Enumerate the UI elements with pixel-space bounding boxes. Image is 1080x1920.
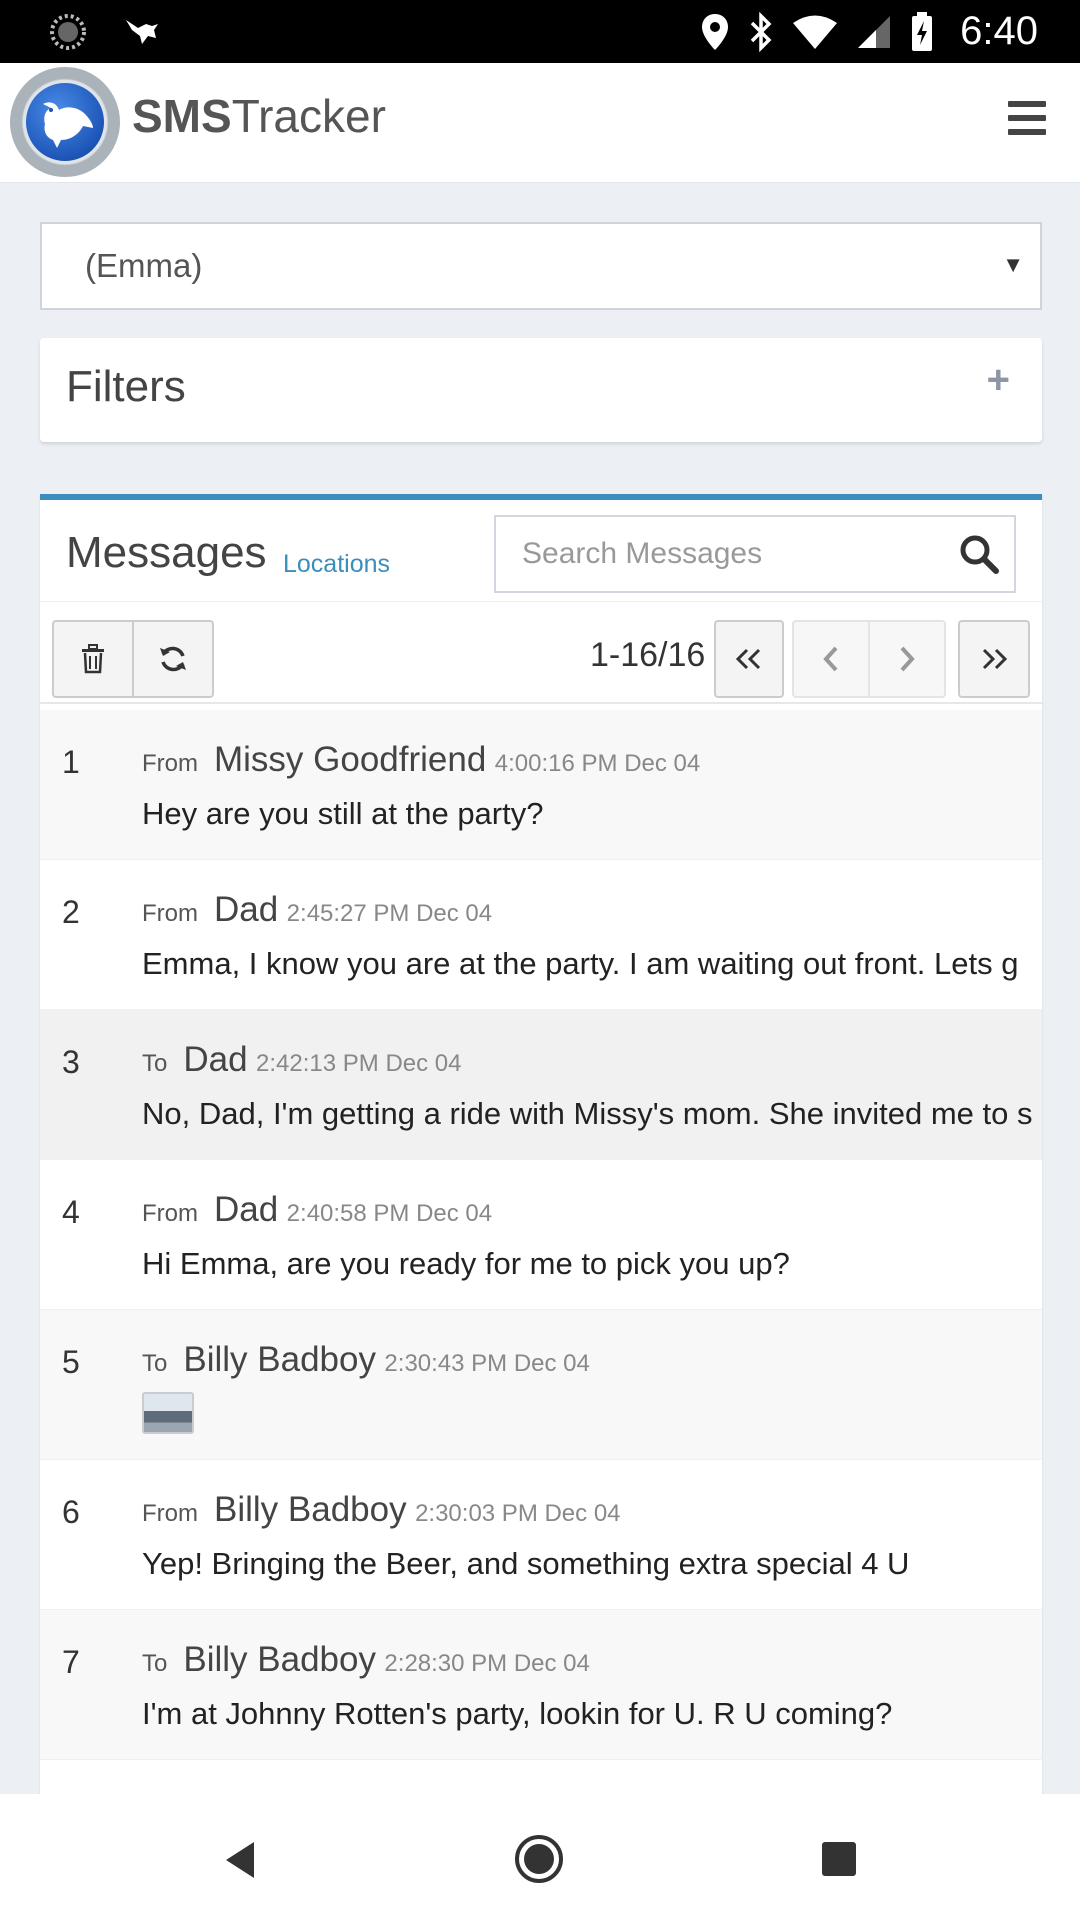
pagination-count: 1-16/16 <box>590 636 706 674</box>
contact-name: Dad <box>183 1040 248 1079</box>
messages-box: Messages Locations Search Messages 1-16/… <box>40 494 1042 1794</box>
bluetooth-icon <box>750 11 772 52</box>
direction-label: To <box>142 1350 168 1377</box>
battery-charging-icon <box>912 11 933 51</box>
menu-icon[interactable] <box>1008 101 1046 135</box>
recent-apps-icon[interactable] <box>822 1842 856 1876</box>
row-number: 6 <box>62 1494 80 1530</box>
contact-name: Missy Goodfriend <box>214 740 487 779</box>
device-select-value: (Emma) <box>85 247 203 284</box>
message-row[interactable]: 6 From Billy Badboy 2:30:03 PM Dec 04 Yep… <box>40 1460 1042 1610</box>
row-number: 1 <box>62 744 80 780</box>
brand-name: SMSTracker <box>132 90 386 142</box>
message-text: Hi Emma, are you ready for me to pick yo… <box>142 1246 790 1281</box>
direction-label: To <box>142 1650 168 1677</box>
app-logo[interactable] <box>10 67 120 177</box>
device-select[interactable]: (Emma) ▼ <box>40 222 1042 310</box>
bird-notification-icon <box>126 20 158 44</box>
dropdown-arrow-icon: ▼ <box>1002 252 1024 277</box>
row-number: 7 <box>62 1644 80 1680</box>
chevron-left-icon <box>823 646 838 672</box>
search-box <box>494 515 1016 593</box>
contact-name: Dad <box>214 1190 279 1229</box>
message-time: 2:30:03 PM Dec 04 <box>415 1500 621 1527</box>
row-number: 2 <box>62 894 80 930</box>
direction-label: From <box>142 1500 198 1527</box>
contact-name: Billy Badboy <box>183 1640 376 1679</box>
chevron-right-icon <box>900 646 915 672</box>
app-header: SMSTracker <box>0 63 1080 183</box>
contact-name: Dad <box>214 890 279 929</box>
contact-name: Billy Badboy <box>214 1490 407 1529</box>
message-text: Hey are you still at the party? <box>142 796 544 831</box>
message-row[interactable]: 7 To Billy Badboy 2:28:30 PM Dec 04 I'm a… <box>40 1610 1042 1760</box>
next-page-button[interactable] <box>868 620 946 698</box>
message-time: 2:45:27 PM Dec 04 <box>286 900 493 927</box>
message-time: 2:30:43 PM Dec 04 <box>384 1350 590 1377</box>
pigeon-logo-icon <box>43 102 93 148</box>
status-bar: 6:40 <box>0 0 1080 63</box>
direction-label: From <box>142 1200 198 1227</box>
image-attachment-thumbnail[interactable] <box>142 1392 194 1434</box>
last-page-button[interactable] <box>958 620 1030 698</box>
delete-button[interactable] <box>52 620 134 698</box>
sync-icon <box>50 14 86 50</box>
filters-title: Filters <box>66 362 186 411</box>
row-number: 4 <box>62 1194 80 1230</box>
messages-title: Messages <box>66 528 267 577</box>
messages-toolbar: 1-16/16 <box>40 602 1042 704</box>
direction-label: From <box>142 750 198 777</box>
double-chevron-right-icon <box>982 648 1008 670</box>
filters-panel[interactable]: Filters + <box>40 338 1042 442</box>
clock: 6:40 <box>960 9 1038 53</box>
signal-icon <box>858 15 891 48</box>
message-time: 4:00:16 PM Dec 04 <box>494 750 701 777</box>
double-chevron-left-icon <box>735 648 761 670</box>
back-icon[interactable] <box>222 1840 258 1880</box>
message-row[interactable]: 4 From Dad 2:40:58 PM Dec 04 Hi Emma, are… <box>40 1160 1042 1310</box>
location-icon <box>702 13 729 50</box>
contact-name: Billy Badboy <box>183 1340 376 1379</box>
message-time: 2:40:58 PM Dec 04 <box>286 1200 493 1227</box>
row-number: 5 <box>62 1344 80 1380</box>
locations-link[interactable]: Locations <box>283 550 390 579</box>
trash-icon <box>82 644 104 674</box>
message-text: Emma, I know you are at the party. I am … <box>142 946 1019 981</box>
previous-page-button[interactable] <box>792 620 870 698</box>
expand-plus-icon[interactable]: + <box>987 358 1010 403</box>
refresh-button[interactable] <box>132 620 214 698</box>
home-icon[interactable] <box>514 1834 564 1884</box>
message-row[interactable]: 3 To Dad 2:42:13 PM Dec 04 No, Dad, I'm g… <box>40 1010 1042 1160</box>
message-row[interactable]: 1 From Missy Goodfriend 4:00:16 PM Dec 04… <box>40 710 1042 860</box>
message-text: No, Dad, I'm getting a ride with Missy's… <box>142 1096 1033 1131</box>
message-text: Yep! Bringing the Beer, and something ex… <box>142 1546 910 1581</box>
search-icon[interactable] <box>958 533 1000 575</box>
message-time: 2:42:13 PM Dec 04 <box>256 1050 462 1077</box>
message-list: 1 From Missy Goodfriend 4:00:16 PM Dec 04… <box>40 710 1042 1760</box>
navigation-bar <box>0 1794 1080 1920</box>
message-time: 2:28:30 PM Dec 04 <box>384 1650 590 1677</box>
direction-label: To <box>142 1050 168 1077</box>
message-row[interactable]: 2 From Dad 2:45:27 PM Dec 04 Emma, I know… <box>40 860 1042 1010</box>
message-row[interactable]: 5 To Billy Badboy 2:30:43 PM Dec 04 <box>40 1310 1042 1460</box>
wifi-icon <box>793 15 838 49</box>
messages-header: Messages Locations <box>40 500 1042 602</box>
refresh-icon <box>160 646 186 672</box>
search-input[interactable] <box>496 517 956 591</box>
first-page-button[interactable] <box>714 620 784 698</box>
direction-label: From <box>142 900 198 927</box>
message-text: I'm at Johnny Rotten's party, lookin for… <box>142 1696 893 1731</box>
row-number: 3 <box>62 1044 80 1080</box>
